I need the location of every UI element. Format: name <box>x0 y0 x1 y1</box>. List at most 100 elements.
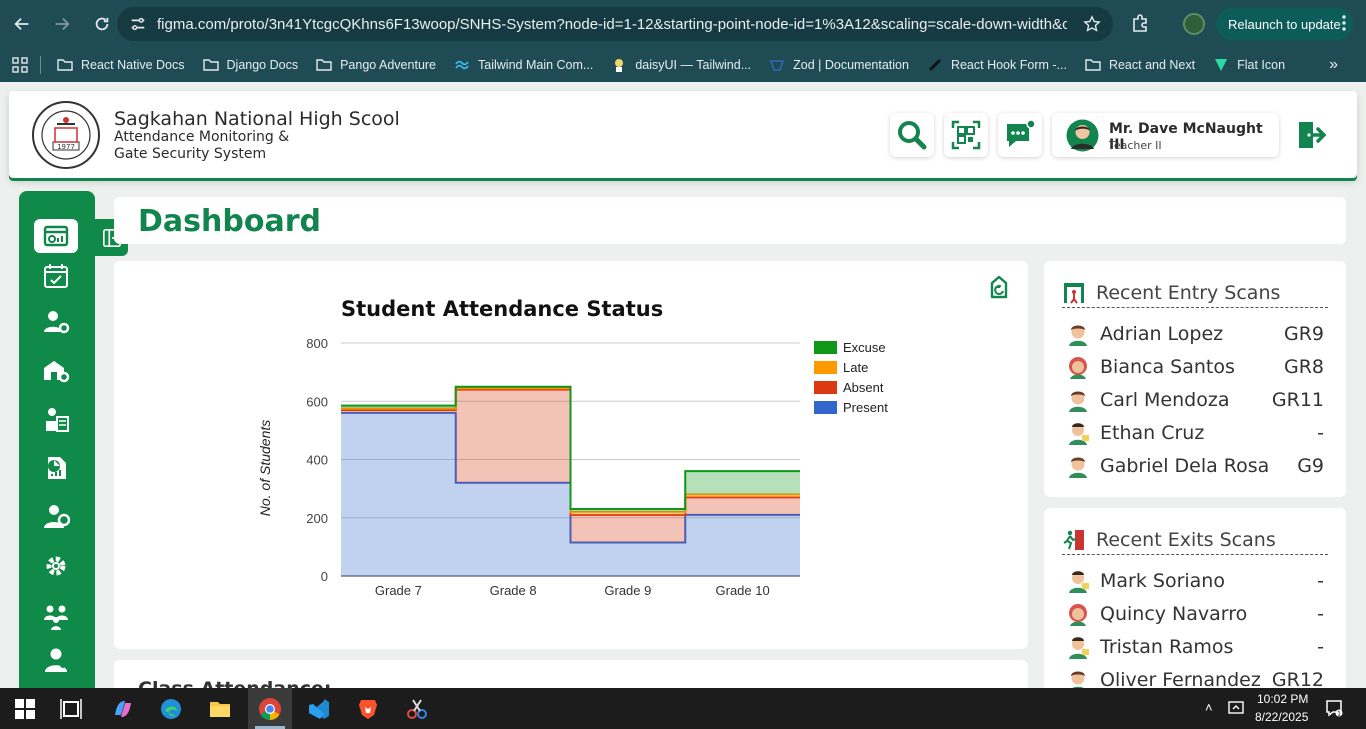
search-button[interactable] <box>890 113 934 157</box>
bookmark-label: Pango Adventure <box>340 57 437 72</box>
taskbar-chrome[interactable] <box>257 696 283 722</box>
copilot-icon <box>115 701 131 717</box>
bookmark-label: Tailwind Main Com... <box>478 57 594 72</box>
bookmark-zod[interactable]: Zod | Documentation <box>769 57 909 73</box>
bookmark-react-native-docs[interactable]: React Native Docs <box>57 57 185 73</box>
site-settings-icon[interactable] <box>129 15 147 33</box>
chart-legend: Excuse Late Absent Present <box>814 340 888 415</box>
scan-grade: GR12 <box>1271 668 1324 689</box>
scan-grade: - <box>1317 602 1324 625</box>
qr-code-icon <box>951 120 981 150</box>
daisyui-icon <box>615 58 624 72</box>
scan-row[interactable]: Gabriel Dela Rosa G9 <box>1066 449 1324 482</box>
boy-avatar-icon <box>1069 457 1087 478</box>
bookmark-flat-icon[interactable]: Flat Icon <box>1213 57 1285 73</box>
url-text[interactable]: figma.com/proto/3n41YtcgcQKhns6F13woop/S… <box>157 16 1067 33</box>
app-header: 1977 Sagkahan National High Scool Attend… <box>9 91 1357 178</box>
profile-avatar[interactable] <box>1183 13 1205 35</box>
back-button[interactable] <box>4 6 40 42</box>
x-tick-label: Grade 10 <box>716 583 770 598</box>
scan-row[interactable]: Oliver Fernandez GR12 <box>1066 663 1324 688</box>
sidebar-item-settings[interactable] <box>34 549 78 583</box>
scan-row[interactable]: Adrian Lopez GR9 <box>1066 317 1324 350</box>
zod-icon <box>770 59 785 71</box>
taskbar-vscode[interactable] <box>306 696 332 722</box>
refresh-chart-icon[interactable] <box>986 275 1012 301</box>
legend-swatch-excuse <box>814 341 837 354</box>
extensions-icon[interactable] <box>1130 13 1150 33</box>
sidebar-item-profile[interactable] <box>34 643 78 677</box>
bookmark-django-docs[interactable]: Django Docs <box>202 57 299 73</box>
bookmarks-bar: React Native Docs Django Docs Pango Adve… <box>0 47 1366 82</box>
windows-taskbar: ˄ 10:02 PM 8/22/2025 1 <box>0 688 1366 729</box>
sidebar-item-dashboard[interactable] <box>34 219 78 253</box>
scan-row[interactable]: Ethan Cruz - <box>1066 416 1324 449</box>
sidebar-item-reports[interactable] <box>34 451 78 485</box>
messages-button[interactable] <box>998 113 1042 157</box>
user-profile-card[interactable]: Mr. Dave McNaught III Teacher II <box>1052 113 1279 157</box>
teacher-avatar-icon <box>1066 119 1099 152</box>
bookmark-react-and-next[interactable]: React and Next <box>1085 57 1195 73</box>
reload-button[interactable] <box>84 6 120 42</box>
taskbar-brave[interactable] <box>355 696 381 722</box>
qr-scan-button[interactable] <box>944 113 988 157</box>
taskbar-file-explorer[interactable] <box>207 696 233 722</box>
network-icon[interactable] <box>1228 700 1246 716</box>
scan-row[interactable]: Bianca Santos GR8 <box>1066 350 1324 383</box>
svg-text:1977: 1977 <box>57 143 75 151</box>
tray-overflow-chevron[interactable]: ˄ <box>1205 700 1213 715</box>
start-button[interactable] <box>12 696 38 722</box>
taskbar-copilot[interactable] <box>110 696 136 722</box>
scan-row[interactable]: Carl Mendoza GR11 <box>1066 383 1324 416</box>
taskbar-edge[interactable] <box>158 696 184 722</box>
sidebar-item-user-settings[interactable] <box>34 304 78 338</box>
x-tick-label: Grade 8 <box>490 583 537 598</box>
bookmark-daisyui[interactable]: daisyUI — Tailwind... <box>611 57 751 73</box>
scan-row[interactable]: Quincy Navarro - <box>1066 597 1324 630</box>
sidebar-item-staff[interactable] <box>34 500 78 534</box>
bookmark-label: Django Docs <box>226 57 299 72</box>
bookmark-react-hook-form[interactable]: React Hook Form -... <box>927 57 1067 73</box>
classroom-icon <box>46 408 69 432</box>
scan-row[interactable]: Tristan Ramos - <box>1066 630 1324 663</box>
windows-logo-icon <box>15 699 35 719</box>
legend-swatch-absent <box>814 381 837 394</box>
sidebar-item-classroom[interactable] <box>34 403 78 437</box>
user-role: Teacher II <box>1109 139 1162 152</box>
sidebar-item-family[interactable] <box>34 600 78 634</box>
sidebar-item-school-settings[interactable] <box>34 353 78 387</box>
x-axis-ticks: Grade 7 Grade 8 Grade 9 Grade 10 <box>375 583 770 598</box>
taskbar-snipping-tool[interactable] <box>404 696 430 722</box>
y-tick-label: 400 <box>306 453 328 468</box>
folder-icon <box>1085 58 1101 71</box>
girl-teacher-avatar-icon <box>1069 603 1087 626</box>
browser-toolbar: figma.com/proto/3n41YtcgcQKhns6F13woop/S… <box>0 0 1366 47</box>
bookmark-star-icon[interactable] <box>1083 15 1101 33</box>
bookmark-label: React Native Docs <box>81 57 185 72</box>
logout-icon <box>1299 122 1327 148</box>
family-icon <box>44 605 68 630</box>
apps-grid-icon[interactable] <box>12 56 28 73</box>
relaunch-button[interactable]: Relaunch to update <box>1216 8 1353 40</box>
tailwind-icon <box>455 60 469 69</box>
reload-icon <box>95 17 109 30</box>
notification-icon[interactable]: 1 <box>1325 699 1343 717</box>
scan-row[interactable]: Mark Soriano - <box>1066 564 1324 597</box>
entry-card-title: Recent Entry Scans <box>1096 281 1281 304</box>
entry-card-header: Recent Entry Scans <box>1062 278 1328 308</box>
bookmark-tailwind[interactable]: Tailwind Main Com... <box>454 57 593 73</box>
report-chart-icon <box>48 457 66 479</box>
forward-button[interactable] <box>44 6 80 42</box>
address-bar[interactable]: figma.com/proto/3n41YtcgcQKhns6F13woop/S… <box>117 7 1113 41</box>
rhf-icon <box>928 58 942 71</box>
kebab-menu-icon[interactable] <box>1336 13 1352 33</box>
logout-button[interactable] <box>1289 113 1333 157</box>
clock-time[interactable]: 10:02 PM <box>1257 692 1308 706</box>
bookmarks-overflow-button[interactable]: » <box>1329 56 1338 74</box>
scan-student-name: Oliver Fernandez <box>1100 668 1261 689</box>
sidebar-item-calendar[interactable] <box>34 259 78 293</box>
task-view-button[interactable] <box>58 696 84 722</box>
dashboard-icon <box>43 225 69 247</box>
bookmark-pango-adventure[interactable]: Pango Adventure <box>316 57 436 73</box>
clock-date[interactable]: 8/22/2025 <box>1255 710 1308 724</box>
